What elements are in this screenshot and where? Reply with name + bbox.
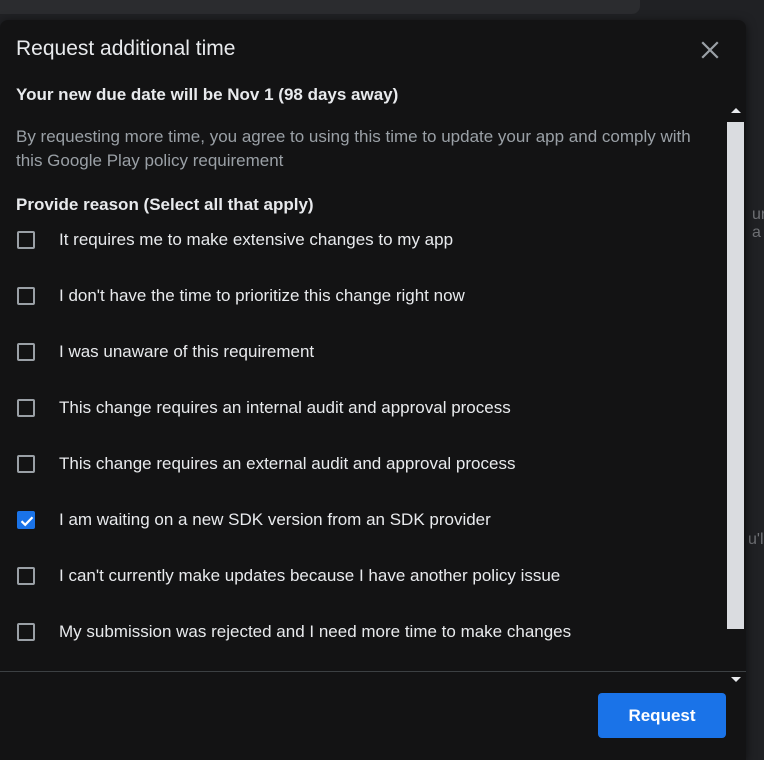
reason-label: I am waiting on a new SDK version from a… — [59, 510, 491, 529]
reason-option[interactable]: It requires me to make extensive changes… — [0, 221, 720, 261]
reason-label: This change requires an external audit a… — [59, 454, 516, 473]
checkbox[interactable] — [17, 343, 35, 361]
background-text-fragment: u'll — [748, 531, 764, 548]
close-icon — [701, 41, 719, 59]
reason-option[interactable]: This change requires an internal audit a… — [0, 389, 720, 429]
reason-label: I can't currently make updates because I… — [59, 566, 561, 585]
due-date-text: Your new due date will be Nov 1 (98 days… — [16, 85, 399, 104]
scroll-down-arrow[interactable] — [731, 677, 741, 682]
close-button[interactable] — [692, 32, 728, 68]
checkbox[interactable] — [17, 455, 35, 473]
reason-option[interactable]: I was unaware of this requirement — [0, 333, 720, 373]
reason-label: This change requires an internal audit a… — [59, 398, 511, 417]
footer-divider — [0, 671, 746, 672]
dialog-scrollbar[interactable] — [727, 106, 745, 692]
reason-label: I don't have the time to prioritize this… — [59, 286, 465, 305]
reason-option[interactable]: I can't currently make updates because I… — [0, 557, 720, 597]
checkmark-icon — [20, 516, 34, 527]
background-text-fragment: ur a — [752, 206, 764, 241]
reason-option[interactable]: My submission was rejected and I need mo… — [0, 613, 720, 653]
reason-heading: Provide reason (Select all that apply) — [16, 195, 314, 214]
agreement-text: By requesting more time, you agree to us… — [16, 127, 691, 170]
checkbox[interactable] — [17, 567, 35, 585]
reason-label: I was unaware of this requirement — [59, 342, 315, 361]
reason-option[interactable]: I don't have the time to prioritize this… — [0, 277, 720, 317]
background-header-bar — [0, 0, 640, 14]
checkbox[interactable] — [17, 399, 35, 417]
reason-option[interactable]: This change requires an external audit a… — [0, 445, 720, 485]
request-button[interactable]: Request — [598, 693, 726, 738]
reason-label: My submission was rejected and I need mo… — [59, 622, 572, 641]
request-time-dialog: Request additional time Your new due dat… — [0, 20, 746, 760]
checkbox[interactable] — [17, 231, 35, 249]
checkbox-checked[interactable] — [17, 511, 35, 529]
checkbox[interactable] — [17, 623, 35, 641]
reason-option[interactable]: I am waiting on a new SDK version from a… — [0, 501, 720, 541]
scroll-thumb[interactable] — [727, 122, 744, 629]
checkbox[interactable] — [17, 287, 35, 305]
dialog-title: Request additional time — [16, 37, 236, 60]
dialog-content: Your new due date will be Nov 1 (98 days… — [0, 84, 746, 670]
scroll-up-arrow[interactable] — [731, 108, 741, 113]
reason-label: It requires me to make extensive changes… — [59, 230, 454, 249]
